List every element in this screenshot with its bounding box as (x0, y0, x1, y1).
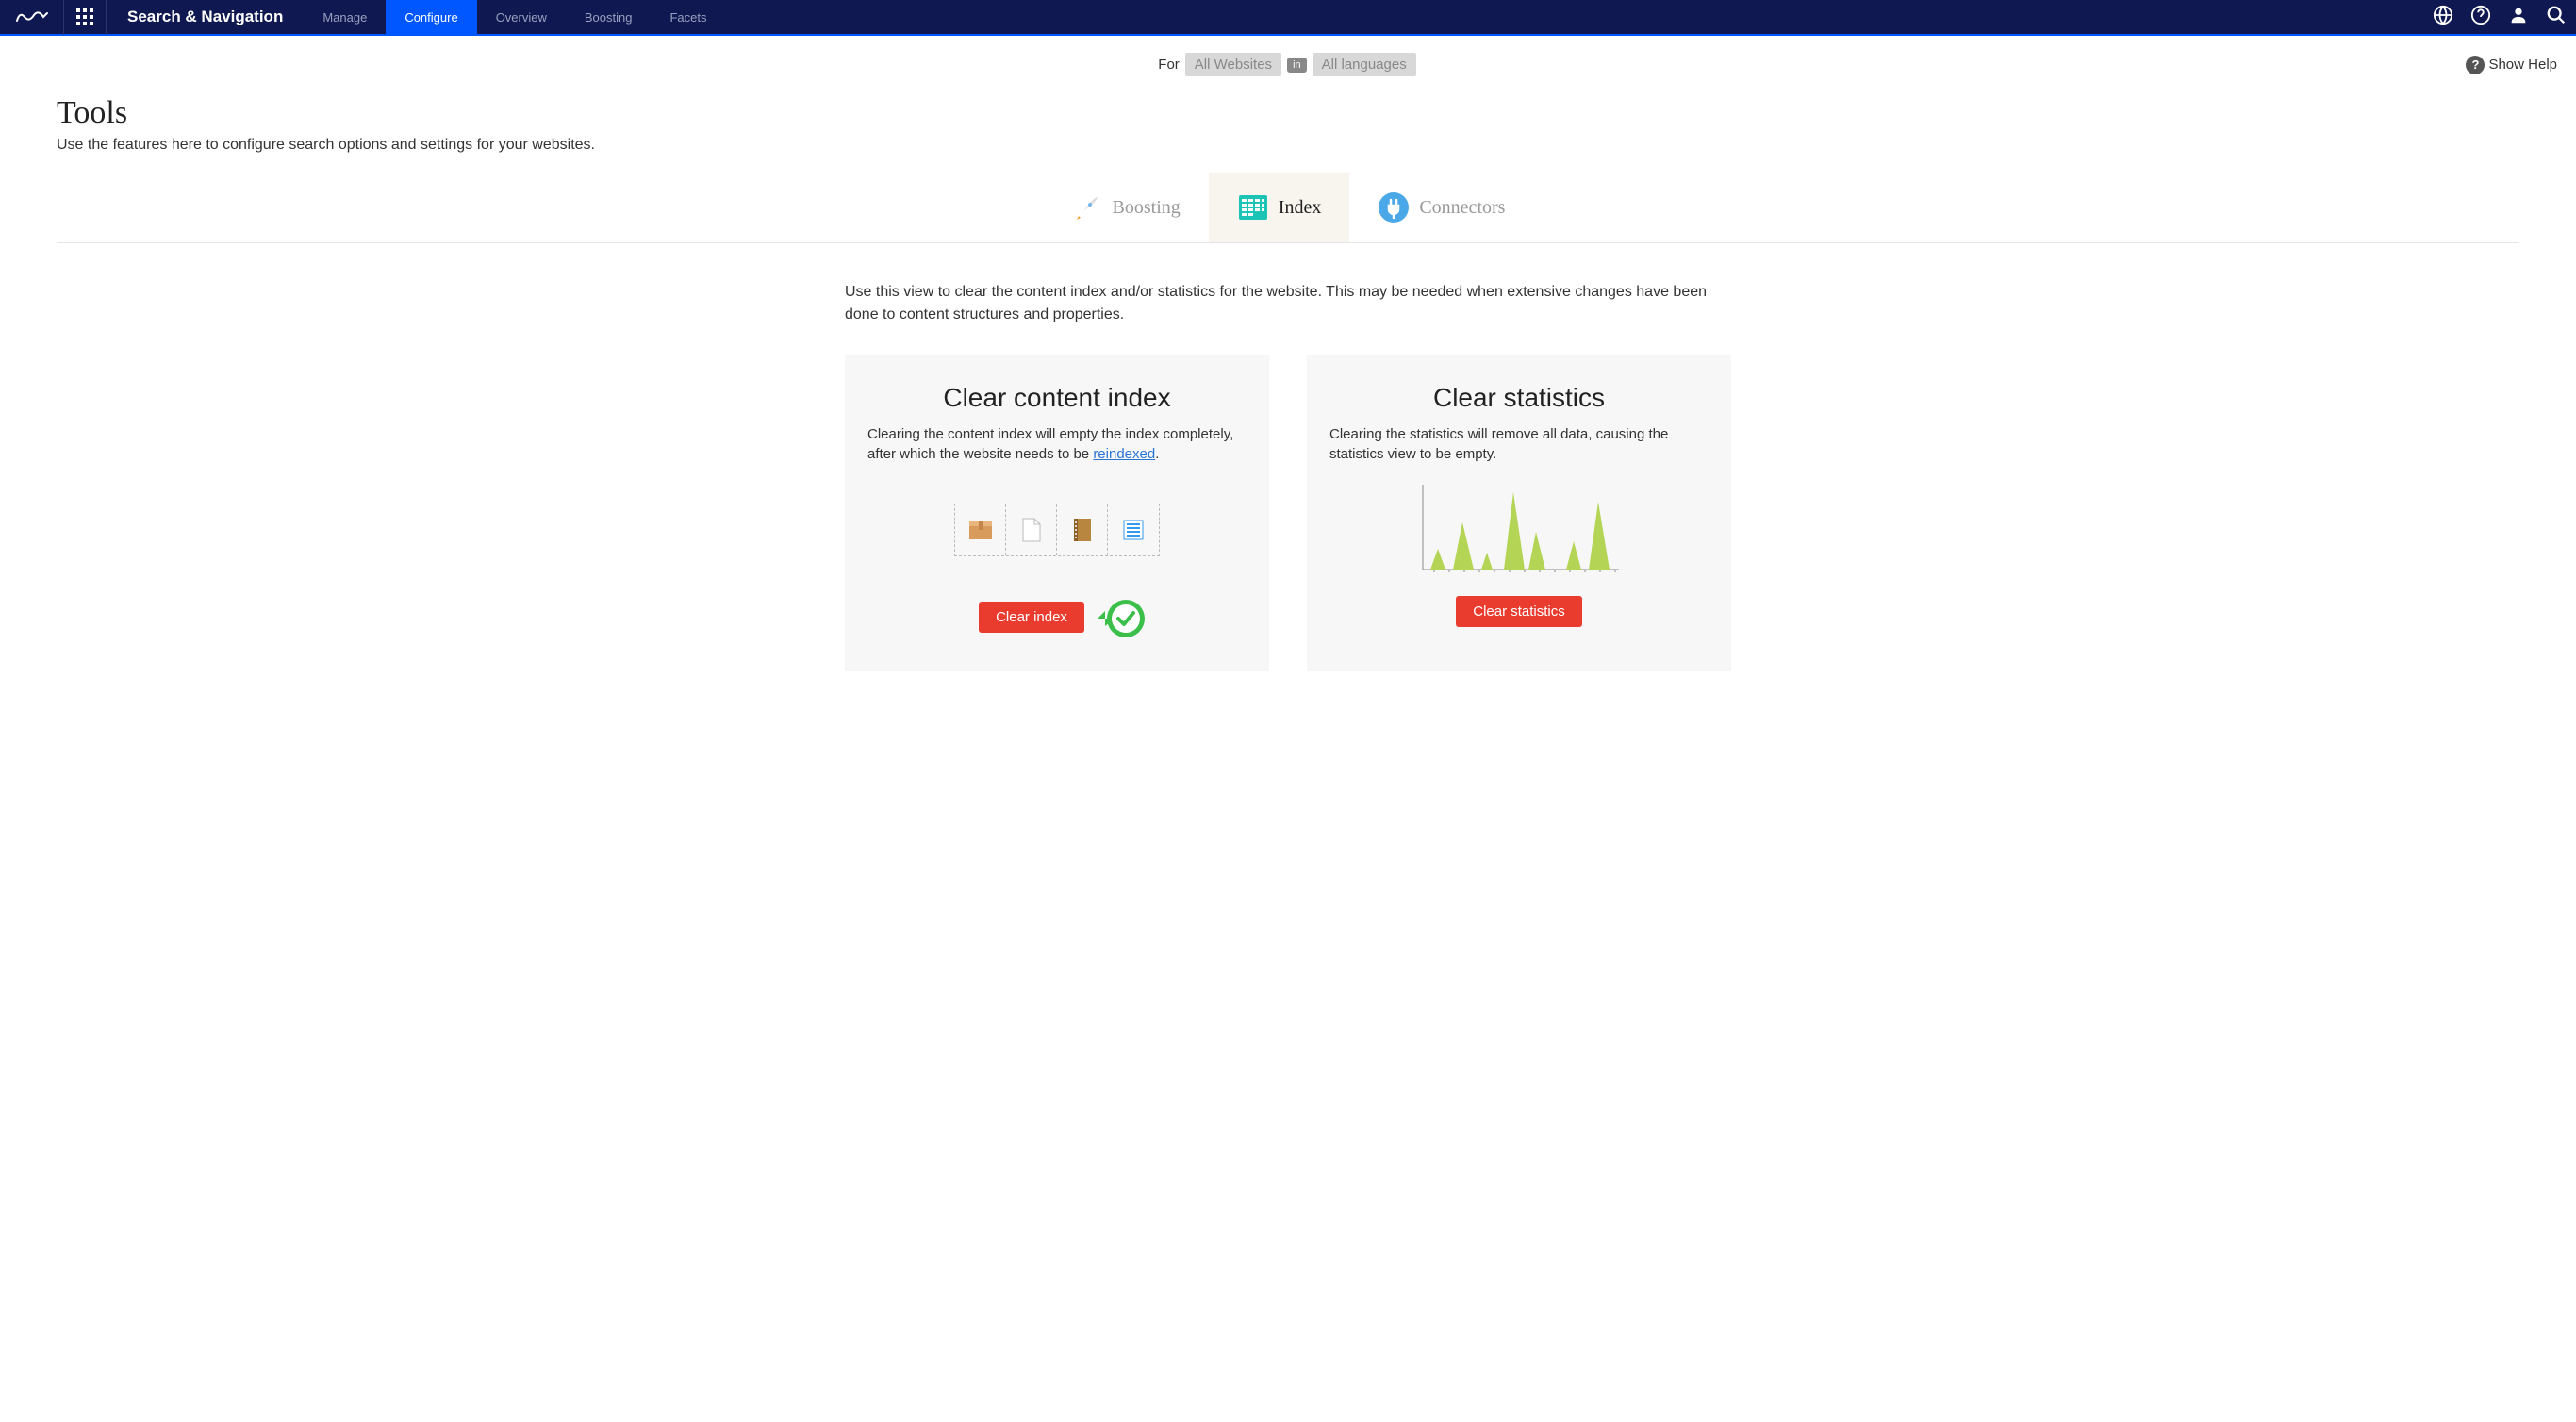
subtab-boosting-label: Boosting (1113, 197, 1181, 219)
topbar-nav: Manage Configure Overview Boosting Facet… (304, 0, 725, 35)
filter-in-label: in (1287, 58, 1307, 73)
page-subtitle: Use the features here to configure searc… (57, 137, 2519, 154)
subtab-boosting[interactable]: Boosting (1043, 173, 1209, 242)
plug-icon (1378, 191, 1410, 223)
content-types-illustration (867, 483, 1247, 577)
reindexed-link[interactable]: reindexed (1093, 446, 1155, 462)
clear-stats-title: Clear statistics (1329, 383, 1709, 413)
stats-chart-illustration (1329, 483, 1709, 577)
grid-icon (1237, 191, 1269, 223)
subtab-index-label: Index (1279, 197, 1322, 219)
clear-statistics-button[interactable]: Clear statistics (1456, 596, 1582, 627)
filter-bar: For All Websites in All languages ? Show… (0, 36, 2576, 86)
languages-selector[interactable]: All languages (1313, 53, 1416, 76)
clear-index-desc: Clearing the content index will empty th… (867, 424, 1247, 483)
clear-statistics-card: Clear statistics Clearing the statistics… (1307, 355, 1731, 671)
main-area: Use this view to clear the content index… (845, 243, 1731, 671)
success-check-icon (1094, 596, 1135, 637)
clear-content-index-card: Clear content index Clearing the content… (845, 355, 1269, 671)
cards-row: Clear content index Clearing the content… (845, 355, 1731, 671)
nav-configure[interactable]: Configure (386, 0, 476, 35)
subtab-index[interactable]: Index (1209, 173, 1350, 242)
subtabs: Boosting Index Connectors (57, 173, 2519, 243)
content: Tools Use the features here to configure… (0, 86, 2576, 709)
filter-for-label: For (1158, 57, 1180, 73)
main-description: Use this view to clear the content index… (845, 281, 1731, 326)
clear-index-title: Clear content index (867, 383, 1247, 413)
brand-logo[interactable] (0, 0, 64, 35)
nav-facets[interactable]: Facets (651, 0, 725, 35)
clear-index-desc-prefix: Clearing the content index will empty th… (867, 426, 1233, 462)
search-icon[interactable] (2546, 5, 2567, 30)
show-help-button[interactable]: ? Show Help (2466, 56, 2557, 74)
subtab-connectors[interactable]: Connectors (1349, 173, 1533, 242)
package-icon (955, 504, 1006, 555)
page-title: Tools (57, 95, 2519, 131)
websites-selector[interactable]: All Websites (1185, 53, 1281, 76)
subtab-connectors-label: Connectors (1419, 197, 1505, 219)
topbar-right (2433, 5, 2576, 30)
help-icon[interactable] (2470, 5, 2491, 30)
document-icon (1108, 504, 1159, 555)
clear-stats-desc: Clearing the statistics will remove all … (1329, 424, 1709, 483)
nav-boosting[interactable]: Boosting (566, 0, 652, 35)
question-icon: ? (2466, 56, 2485, 74)
user-icon[interactable] (2508, 5, 2529, 30)
topbar: Search & Navigation Manage Configure Ove… (0, 0, 2576, 36)
page-icon (1006, 504, 1057, 555)
nav-overview[interactable]: Overview (477, 0, 566, 35)
app-title: Search & Navigation (107, 8, 304, 26)
clear-index-button[interactable]: Clear index (979, 602, 1084, 633)
rocket-icon (1071, 191, 1103, 223)
notebook-icon (1057, 504, 1108, 555)
show-help-label: Show Help (2488, 57, 2557, 73)
clear-index-desc-suffix: . (1155, 446, 1159, 462)
globe-icon[interactable] (2433, 5, 2453, 30)
apps-menu-icon[interactable] (64, 0, 107, 35)
nav-manage[interactable]: Manage (304, 0, 386, 35)
